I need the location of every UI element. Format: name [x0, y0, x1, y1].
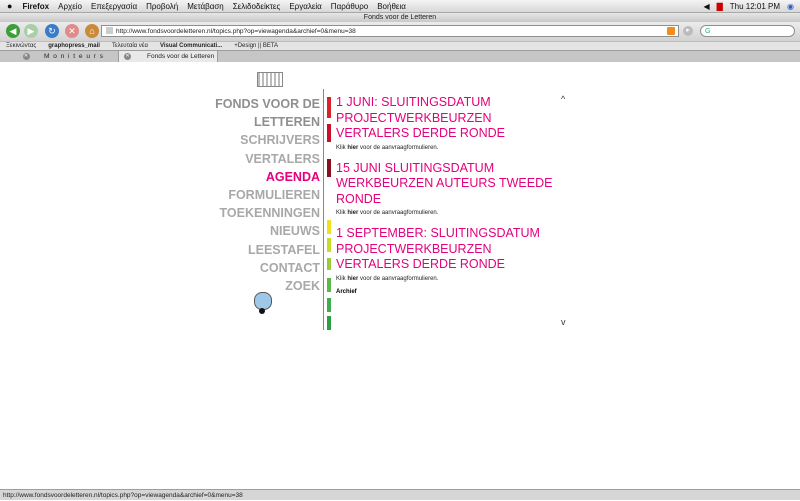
agenda-item-note: Klik hier voor de aanvraagformulieren. [336, 276, 566, 282]
tab-fonds[interactable]: ✕ Fonds voor de Letteren [118, 51, 218, 62]
color-bar [327, 124, 331, 142]
site-name-line1[interactable]: FONDS VOOR DE [215, 95, 320, 113]
search-input[interactable]: G [700, 25, 795, 37]
apple-icon[interactable]: ● [7, 1, 12, 11]
note-text: Klik [336, 210, 348, 216]
aanvraag-link[interactable]: hier [347, 210, 358, 216]
menu-window[interactable]: Παράθυρο [331, 2, 368, 11]
menu-edit[interactable]: Επεξεργασία [91, 2, 137, 11]
tab-label: Fonds voor de Letteren [147, 53, 215, 60]
volume-icon[interactable]: ◀ [703, 2, 709, 11]
nav-agenda[interactable]: AGENDA [215, 168, 320, 186]
agenda-item: 15 JUNI SLUITINGSDATUM WERKBEURZEN AUTEU… [336, 161, 566, 217]
site-navigation: FONDS VOOR DE LETTEREN SCHRIJVERS VERTAL… [215, 95, 320, 295]
url-text: http://www.fondsvoordeletteren.nl/topics… [116, 28, 356, 35]
agenda-item-title: 15 JUNI SLUITINGSDATUM WERKBEURZEN AUTEU… [336, 160, 553, 206]
agenda-item-note: Klik hier voor de aanvraagformulieren. [336, 145, 566, 151]
close-tab-icon[interactable]: ✕ [23, 53, 30, 60]
note-text: Klik [336, 275, 348, 282]
menu-firefox[interactable]: Firefox [22, 2, 49, 11]
site-name-line2[interactable]: LETTEREN [215, 113, 320, 131]
nav-nieuws[interactable]: NIEUWS [215, 222, 320, 240]
nav-leestafel[interactable]: LEESTAFEL [215, 241, 320, 259]
nav-vertalers[interactable]: VERTALERS [215, 150, 320, 168]
menu-view[interactable]: Προβολή [146, 2, 178, 11]
color-bar [327, 220, 331, 234]
agenda-item-title: 1 JUNI: SLUITINGSDATUM PROJECTWERKBEURZE… [336, 95, 506, 140]
agenda-item-title: 1 SEPTEMBER: SLUITINGSDATUM PROJECTWERKB… [336, 226, 540, 271]
search-engine-text: G [705, 28, 711, 35]
spotlight-icon[interactable]: ◉ [787, 2, 794, 11]
rss-icon[interactable] [667, 27, 675, 35]
stop-icon[interactable]: ✕ [65, 24, 79, 38]
color-bar [327, 238, 331, 252]
agenda-item: 1 JUNI: SLUITINGSDATUM PROJECTWERKBEURZE… [336, 95, 566, 151]
vertical-divider [323, 89, 324, 330]
decorative-figure-foot-icon [259, 308, 265, 314]
go-icon[interactable]: ▸ [683, 26, 693, 36]
archief-link[interactable]: Archief [336, 289, 566, 295]
menu-bookmarks[interactable]: Σελιδοδείκτες [233, 2, 281, 11]
note-text: Klik [336, 144, 348, 151]
url-bar[interactable]: http://www.fondsvoordeletteren.nl/topics… [101, 25, 679, 37]
scroll-down-icon[interactable]: v [561, 317, 566, 327]
agenda-item: 1 SEPTEMBER: SLUITINGSDATUM PROJECTWERKB… [336, 226, 566, 282]
color-bar [327, 298, 331, 312]
color-bar [327, 258, 331, 270]
color-bar [327, 159, 331, 177]
menu-help[interactable]: Βοήθεια [377, 2, 406, 11]
color-bar [327, 316, 331, 330]
web-page: FONDS VOOR DE LETTEREN SCHRIJVERS VERTAL… [0, 62, 800, 489]
nav-formulieren[interactable]: FORMULIEREN [215, 186, 320, 204]
site-favicon-icon [106, 27, 113, 34]
tab-label: M o n i t e u r s [44, 53, 104, 60]
reload-icon[interactable]: ↻ [45, 24, 59, 38]
menu-go[interactable]: Μετάβαση [187, 2, 224, 11]
back-icon[interactable]: ◀ [6, 24, 20, 38]
menu-tools[interactable]: Εργαλεία [289, 2, 321, 11]
nav-schrijvers[interactable]: SCHRIJVERS [215, 131, 320, 149]
status-bar: http://www.fondsvoordeletteren.nl/topics… [0, 489, 800, 500]
scroll-up-icon[interactable]: ^ [561, 94, 565, 104]
forward-icon[interactable]: ▶ [24, 24, 38, 38]
nav-toolbar: ◀ ▶ ↻ ✕ ⌂ http://www.fondsvoordeletteren… [0, 22, 800, 41]
tab-moniteurs[interactable]: ✕ M o n i t e u r s [18, 51, 118, 62]
note-text: voor de aanvraagformulieren. [358, 210, 439, 216]
agenda-item-note: Klik hier voor de aanvraagformulieren. [336, 210, 566, 216]
window-title: Fonds voor de Letteren [0, 13, 800, 22]
menu-extras: ◀ ▇ Thu 12:01 PM ◉ [696, 0, 794, 12]
color-bar [327, 278, 331, 292]
flag-icon[interactable]: ▇ [717, 2, 723, 11]
nav-contact[interactable]: CONTACT [215, 259, 320, 277]
note-text: voor de aanvraagformulieren. [358, 275, 439, 282]
menu-clock[interactable]: Thu 12:01 PM [730, 2, 780, 11]
close-tab-icon[interactable]: ✕ [124, 53, 131, 60]
site-logo-icon[interactable] [257, 72, 283, 87]
home-icon[interactable]: ⌂ [85, 24, 99, 38]
agenda-list: 1 JUNI: SLUITINGSDATUM PROJECTWERKBEURZE… [336, 95, 566, 295]
nav-toekenningen[interactable]: TOEKENNINGEN [215, 204, 320, 222]
aanvraag-link[interactable]: hier [347, 145, 358, 151]
note-text: voor de aanvraagformulieren. [358, 144, 439, 151]
color-bar [327, 97, 331, 118]
mac-menu-bar: ● Firefox Αρχείο Επεξεργασία Προβολή Μετ… [0, 0, 800, 13]
menu-file[interactable]: Αρχείο [58, 2, 82, 11]
aanvraag-link[interactable]: hier [347, 276, 358, 282]
